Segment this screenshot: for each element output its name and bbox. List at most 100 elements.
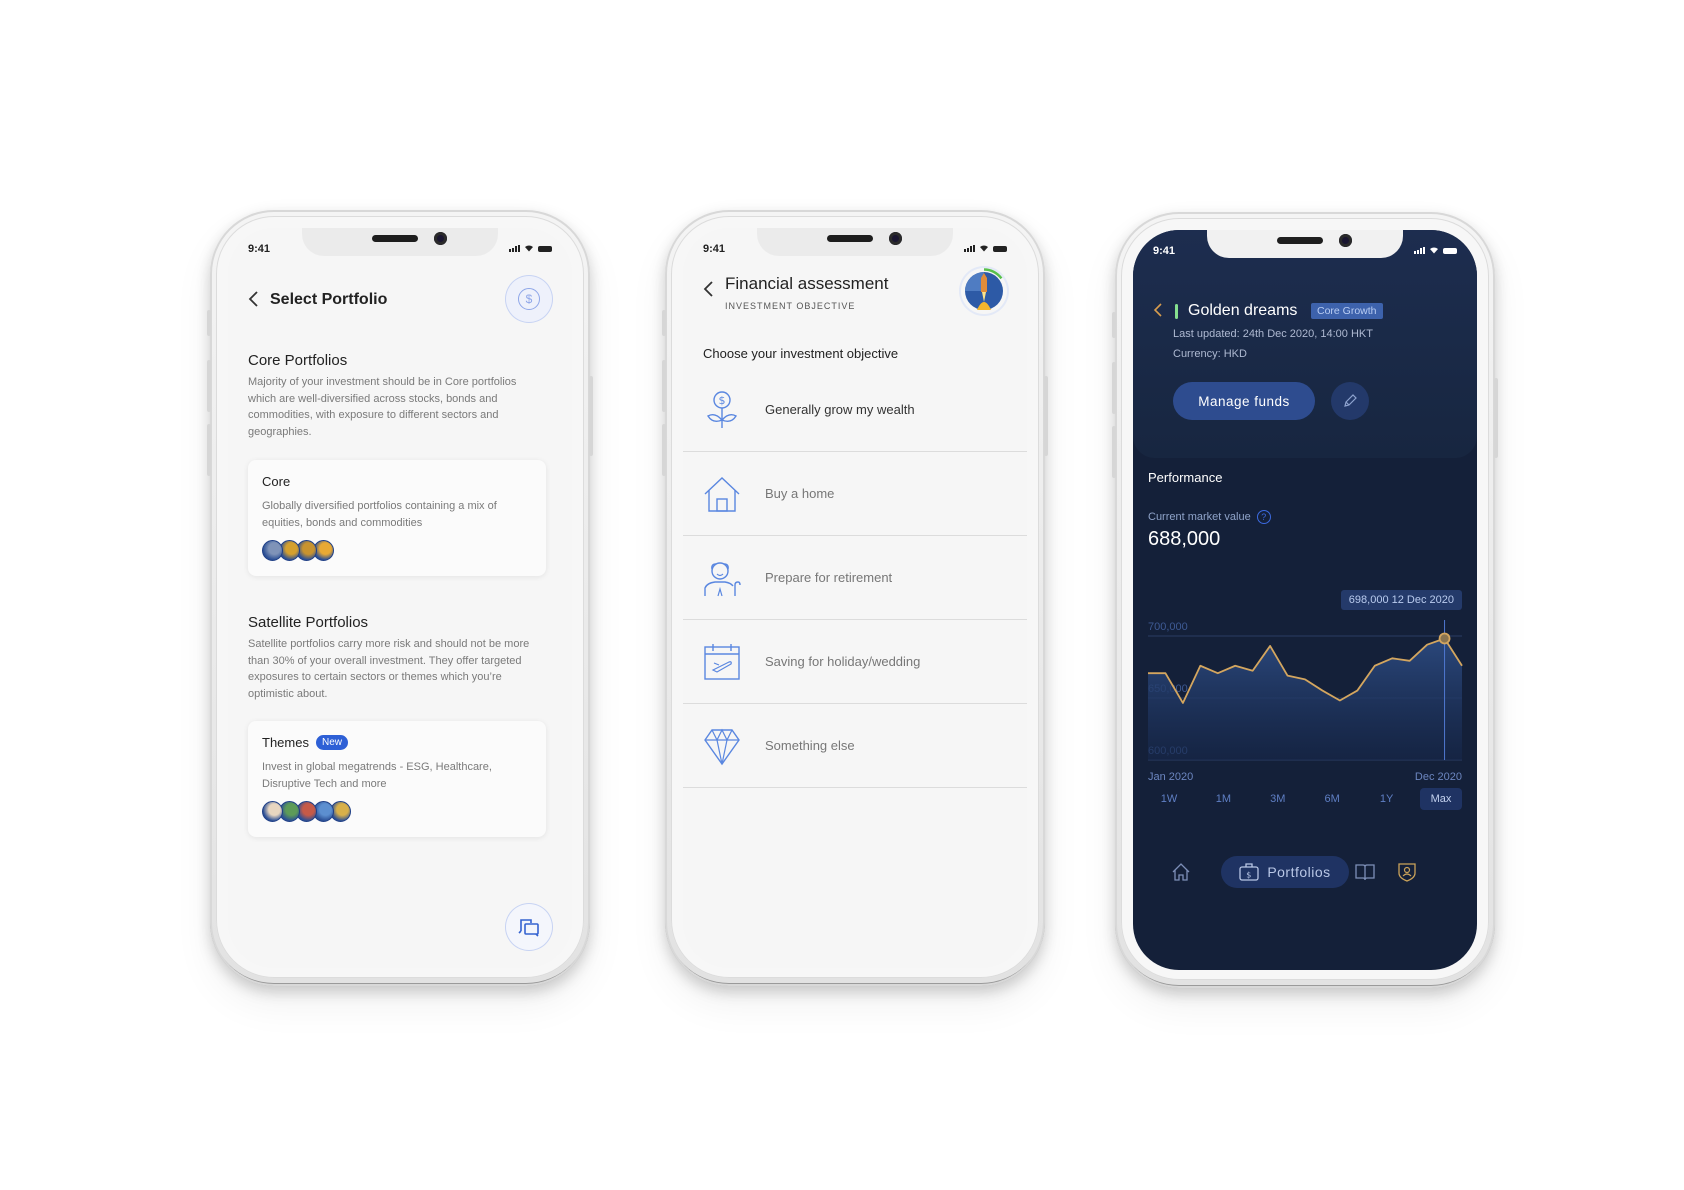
wifi-icon [980,245,988,252]
objective-item-buy-home[interactable]: Buy a home [683,452,1027,536]
objective-prompt: Choose your investment objective [703,346,899,361]
back-button[interactable] [703,280,715,302]
coin-button[interactable]: $ [506,276,552,322]
header: Select Portfolio $ [248,276,552,326]
chevron-left-icon [248,291,258,307]
briefcase-dollar-icon: $ [1239,863,1259,881]
range-tab-3m[interactable]: 3M [1257,788,1299,810]
x-tick-label: Dec 2020 [1415,771,1462,780]
objective-label: Generally grow my wealth [765,402,915,417]
performance-title: Performance [1148,470,1223,485]
objective-label: Prepare for retirement [765,570,893,585]
calendar-plane-icon [704,643,740,680]
themes-card[interactable]: Themes New Invest in global megatrends -… [248,721,546,837]
svg-text:$: $ [1247,871,1253,880]
core-card-description: Globally diversified portfolios containi… [262,500,497,529]
objective-list: $ Generally grow my wealth Buy a home Pr… [683,368,1027,788]
page-title: Select Portfolio [270,291,388,308]
themes-card-title: Themes [262,735,309,750]
portfolio-avatar [262,540,283,561]
market-value: 688,000 [1148,528,1221,550]
chart-tooltip: 698,000 12 Dec 2020 [1340,590,1462,610]
market-value-label-text: Current market value [1148,511,1251,523]
chevron-left-icon [703,281,713,297]
objective-label: Saving for holiday/wedding [765,654,921,669]
highlight-point [1438,632,1451,645]
performance-chart[interactable]: 698,000 12 Dec 2020 700,000650,000600,00… [1133,590,1477,783]
portfolio-color-indicator [1175,304,1178,319]
objective-item-retirement[interactable]: Prepare for retirement [683,536,1027,620]
objective-item-something-else[interactable]: Something else [683,704,1027,788]
nav-profile[interactable] [1391,856,1423,888]
portfolio-avatar [262,801,283,822]
signal-icon [964,245,975,252]
diamond-icon [704,728,740,765]
x-tick-label: Jan 2020 [1148,771,1193,780]
edit-button[interactable] [1331,382,1369,420]
portfolio-header-panel [1133,230,1477,458]
range-tab-max[interactable]: Max [1419,788,1462,810]
themes-card-description: Invest in global megatrends - ESG, Healt… [262,761,492,790]
page-subtitle: INVESTMENT OBJECTIVE [725,301,856,311]
battery-icon [993,246,1007,252]
range-tab-6m[interactable]: 6M [1311,788,1353,810]
nav-portfolios-label: Portfolios [1267,864,1331,880]
core-card[interactable]: Core Globally diversified portfolios con… [248,460,546,576]
screen-portfolio-detail: 9:41 Golden dreams Core Growth Last upda… [1133,230,1477,970]
phone-portfolio-detail: 9:41 Golden dreams Core Growth Last upda… [1112,212,1498,988]
battery-icon [538,246,552,252]
status-icons [509,244,552,252]
status-time: 9:41 [248,243,271,255]
chat-button[interactable] [506,904,552,950]
screen-financial-assessment: 9:41 Financial assessment INVESTMENT OBJ… [683,228,1027,968]
satellite-portfolios-description: Satellite portfolios carry more risk and… [248,638,530,700]
time-range-selector: 1W 1M 3M 6M 1Y Max [1148,788,1462,810]
new-badge: New [315,735,348,750]
phone-financial-assessment: 9:41 Financial assessment INVESTMENT OBJ… [662,210,1048,986]
pencil-icon [1344,394,1357,407]
book-icon [1355,864,1375,881]
nav-portfolios[interactable]: $ Portfolios [1221,856,1349,888]
range-tab-1w[interactable]: 1W [1148,788,1190,810]
status-icons [964,244,1007,252]
chevron-left-icon [1153,303,1162,317]
core-portfolios-title: Core Portfolios [248,352,348,369]
range-tab-1y[interactable]: 1Y [1366,788,1408,810]
objective-item-holiday-wedding[interactable]: Saving for holiday/wedding [683,620,1027,704]
portfolio-title: Golden dreams [1188,302,1298,319]
status-time: 9:41 [703,243,726,255]
status-time: 9:41 [1153,245,1176,257]
manage-funds-button[interactable]: Manage funds [1173,382,1315,420]
progress-avatar [961,268,1007,314]
phone-select-portfolio: 9:41 Select Portfolio $ Core Portfolios … [207,210,593,986]
help-icon[interactable]: ? [1256,510,1271,524]
market-value-label: Current market value ? [1148,510,1271,524]
battery-icon [1443,248,1457,254]
satellite-portfolios-title: Satellite Portfolios [248,614,369,631]
screen-select-portfolio: 9:41 Select Portfolio $ Core Portfolios … [228,228,572,968]
currency-text: Currency: HKD [1173,348,1247,360]
back-button[interactable] [1153,302,1163,323]
nav-home[interactable] [1165,856,1197,888]
nav-learn[interactable] [1349,856,1381,888]
svg-text:$: $ [719,394,726,407]
themes-portfolio-avatars [262,801,351,822]
chat-bubbles-icon [518,919,539,937]
range-tab-1m[interactable]: 1M [1202,788,1244,810]
signal-icon [1414,247,1425,254]
portfolio-type-tag: Core Growth [1311,303,1383,319]
page-title: Financial assessment [725,274,889,293]
objective-label: Something else [765,738,855,753]
house-icon [704,476,740,512]
y-tick-label: 700,000 [1148,621,1188,633]
core-portfolio-avatars [262,540,334,561]
core-card-title: Core [262,474,291,489]
bottom-nav: $ Portfolios [1133,856,1477,892]
back-button[interactable] [248,290,260,312]
wifi-icon [525,245,533,252]
dollar-coin-icon: $ [518,288,540,310]
status-icons [1414,246,1457,254]
objective-item-grow-wealth[interactable]: $ Generally grow my wealth [683,368,1027,452]
wifi-icon [1430,247,1438,254]
home-icon [1172,863,1190,881]
